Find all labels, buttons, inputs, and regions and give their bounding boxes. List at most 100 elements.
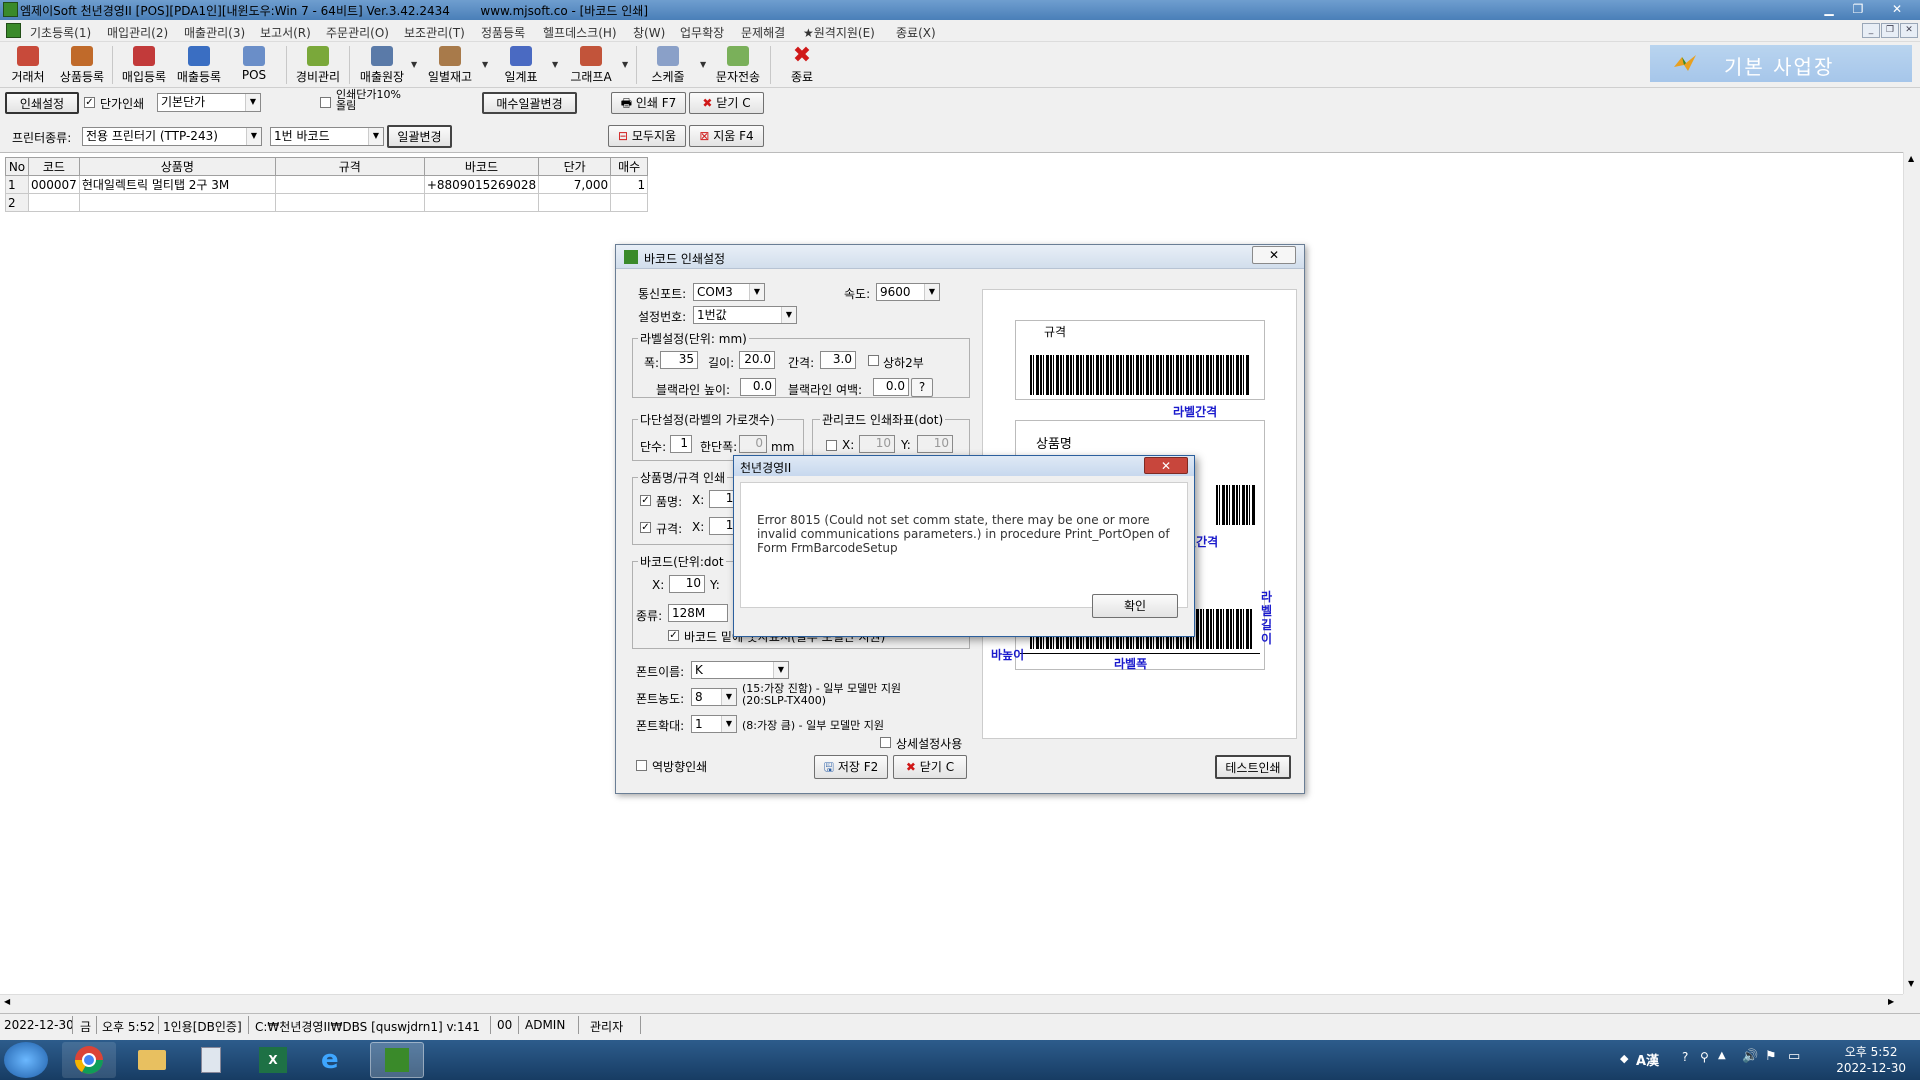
menu-exit[interactable]: 종료(X) bbox=[896, 24, 936, 41]
menu-remote[interactable]: ★원격지원(E) bbox=[803, 24, 875, 41]
clock[interactable]: 오후 5:52 2022-12-30 bbox=[1836, 1044, 1906, 1076]
sales-ledger-button[interactable]: 매출원장 bbox=[356, 44, 408, 86]
col-barcode[interactable]: 바코드 bbox=[423, 157, 540, 176]
mdi-restore-button[interactable]: ❐ bbox=[1881, 23, 1899, 38]
test-print-button[interactable]: 테스트인쇄 bbox=[1215, 755, 1291, 779]
font-name-select[interactable]: K ▼ bbox=[691, 661, 789, 679]
comm-port-select[interactable]: COM3 ▼ bbox=[693, 283, 765, 301]
volume-icon[interactable]: 🔊 bbox=[1742, 1049, 1758, 1064]
app-taskbar-icon[interactable] bbox=[370, 1042, 424, 1078]
schedule-button[interactable]: 스케줄 bbox=[642, 44, 694, 86]
ie-taskbar-icon[interactable]: e bbox=[308, 1042, 362, 1078]
menu-helpdesk[interactable]: 헬프데스크(H) bbox=[543, 24, 617, 41]
unit-price-type-select[interactable]: 기본단가 ▼ bbox=[157, 93, 261, 112]
bulk-qty-change-button[interactable]: 매수일괄변경 bbox=[482, 92, 577, 114]
daily-stock-button[interactable]: 일별재고 bbox=[424, 44, 476, 86]
vertical-scrollbar[interactable]: ▲ ▼ bbox=[1903, 152, 1920, 994]
printer-type-select[interactable]: 전용 프린터기 (TTP-243) ▼ bbox=[82, 127, 262, 146]
scroll-left-icon[interactable]: ◀ bbox=[4, 997, 10, 1006]
purchase-register-button[interactable]: 매입등록 bbox=[118, 44, 170, 86]
product-register-button[interactable]: 상품등록 bbox=[56, 44, 108, 86]
minimize-button[interactable]: ▁ bbox=[1816, 1, 1842, 17]
cols-input[interactable]: 1 bbox=[670, 435, 692, 453]
chrome-taskbar-icon[interactable] bbox=[62, 1042, 116, 1078]
barcode-bottom-text-checkbox[interactable]: ✓ bbox=[668, 630, 679, 641]
menu-purchase[interactable]: 매입관리(2) bbox=[107, 24, 168, 41]
sales-ledger-dropdown-icon[interactable]: ▼ bbox=[411, 60, 417, 69]
blackline-height-input[interactable]: 0.0 bbox=[740, 378, 776, 396]
pos-button[interactable]: POS bbox=[228, 44, 280, 86]
mdi-close-button[interactable]: ✕ bbox=[1900, 23, 1918, 38]
menu-aux[interactable]: 보조관리(T) bbox=[404, 24, 465, 41]
help-button[interactable]: ? bbox=[911, 378, 933, 397]
mgmt-y-input[interactable]: 10 bbox=[917, 435, 953, 453]
col-no[interactable]: No bbox=[5, 157, 29, 176]
barcode-x-input[interactable]: 10 bbox=[669, 575, 705, 593]
col-product-name[interactable]: 상품명 bbox=[78, 157, 276, 176]
save-button[interactable]: 🖫 저장 F2 bbox=[814, 755, 888, 779]
menu-license[interactable]: 정품등록 bbox=[481, 24, 525, 41]
delete-button[interactable]: ⊠ 지움 F4 bbox=[689, 125, 764, 147]
excel-taskbar-icon[interactable]: X bbox=[246, 1042, 300, 1078]
barcode-no-select[interactable]: 1번 바코드 ▼ bbox=[270, 127, 384, 146]
close-window-button[interactable]: ✕ bbox=[1880, 1, 1914, 17]
mgmt-code-checkbox[interactable] bbox=[826, 440, 837, 451]
menu-sales[interactable]: 매출관리(3) bbox=[184, 24, 245, 41]
sales-register-button[interactable]: 매출등록 bbox=[173, 44, 225, 86]
error-dialog-close-icon[interactable]: ✕ bbox=[1144, 457, 1188, 474]
top-bottom-2-checkbox[interactable] bbox=[868, 355, 879, 366]
detail-setting-checkbox[interactable] bbox=[880, 737, 891, 748]
calculator-taskbar-icon[interactable] bbox=[184, 1042, 238, 1078]
delete-all-button[interactable]: ⊟ 모두지움 bbox=[608, 125, 686, 147]
close-button[interactable]: ✖ 닫기 C bbox=[689, 92, 764, 114]
bulk-change-button[interactable]: 일괄변경 bbox=[387, 125, 452, 148]
one-width-input[interactable]: 0 bbox=[739, 435, 767, 453]
ok-button[interactable]: 확인 bbox=[1092, 594, 1178, 618]
table-row[interactable]: 1 000007 현대일렉트릭 멀티탭 2구 3M +8809015269028… bbox=[5, 175, 649, 194]
scroll-up-icon[interactable]: ▲ bbox=[1908, 154, 1914, 163]
tray-help-icon[interactable]: ? bbox=[1682, 1050, 1688, 1064]
menu-order[interactable]: 주문관리(O) bbox=[326, 24, 389, 41]
expense-button[interactable]: 경비관리 bbox=[292, 44, 344, 86]
font-density-select[interactable]: 8 ▼ bbox=[691, 688, 737, 706]
menu-troubleshoot[interactable]: 문제해결 bbox=[741, 24, 785, 41]
ime-indicator[interactable]: A漢 bbox=[1636, 1050, 1659, 1069]
tray-security-icon[interactable]: ◆ bbox=[1620, 1052, 1628, 1065]
graph-button[interactable]: 그래프A bbox=[565, 44, 617, 86]
blackline-margin-input[interactable]: 0.0 bbox=[873, 378, 909, 396]
mdi-minimize-button[interactable]: _ bbox=[1862, 23, 1880, 38]
daily-report-dropdown-icon[interactable]: ▼ bbox=[552, 60, 558, 69]
menu-basic[interactable]: 기초등록(1) bbox=[30, 24, 91, 41]
print-setup-button[interactable]: 인쇄설정 bbox=[5, 92, 79, 114]
sms-button[interactable]: 문자전송 bbox=[712, 44, 764, 86]
scroll-down-icon[interactable]: ▼ bbox=[1908, 979, 1914, 988]
menu-report[interactable]: 보고서(R) bbox=[260, 24, 311, 41]
menu-extend[interactable]: 업무확장 bbox=[680, 24, 724, 41]
col-spec[interactable]: 규격 bbox=[274, 157, 425, 176]
col-code[interactable]: 코드 bbox=[28, 157, 80, 176]
col-qty[interactable]: 매수 bbox=[610, 157, 649, 176]
horizontal-scrollbar[interactable]: ◀ ▶ bbox=[0, 994, 1903, 1011]
graph-dropdown-icon[interactable]: ▼ bbox=[622, 60, 628, 69]
font-scale-select[interactable]: 1 ▼ bbox=[691, 715, 737, 733]
schedule-dropdown-icon[interactable]: ▼ bbox=[700, 60, 706, 69]
scroll-right-icon[interactable]: ▶ bbox=[1888, 997, 1894, 1006]
tray-expand-icon[interactable]: ▲ bbox=[1718, 1050, 1726, 1061]
round-up-checkbox[interactable] bbox=[320, 97, 331, 108]
customer-button[interactable]: 거래처 bbox=[2, 44, 54, 86]
mgmt-x-input[interactable]: 10 bbox=[859, 435, 895, 453]
dialog-close-button[interactable]: ✖ 닫기 C bbox=[893, 755, 967, 779]
print-button[interactable]: 🖶 인쇄 F7 bbox=[611, 92, 686, 114]
setting-no-select[interactable]: 1번값 ▼ bbox=[693, 306, 797, 324]
tray-network-icon[interactable]: ⚲ bbox=[1700, 1050, 1709, 1064]
explorer-taskbar-icon[interactable] bbox=[124, 1042, 178, 1078]
unit-price-print-checkbox[interactable]: ✓ bbox=[84, 97, 95, 108]
display-icon[interactable]: ▭ bbox=[1788, 1049, 1800, 1064]
table-row[interactable]: 2 bbox=[5, 193, 649, 212]
label-width-input[interactable]: 35 bbox=[660, 351, 698, 369]
exit-button[interactable]: ✖ 종료 bbox=[776, 44, 828, 86]
label-gap-input[interactable]: 3.0 bbox=[820, 351, 856, 369]
speed-select[interactable]: 9600 ▼ bbox=[876, 283, 940, 301]
label-length-input[interactable]: 20.0 bbox=[739, 351, 775, 369]
start-button[interactable] bbox=[4, 1042, 48, 1078]
